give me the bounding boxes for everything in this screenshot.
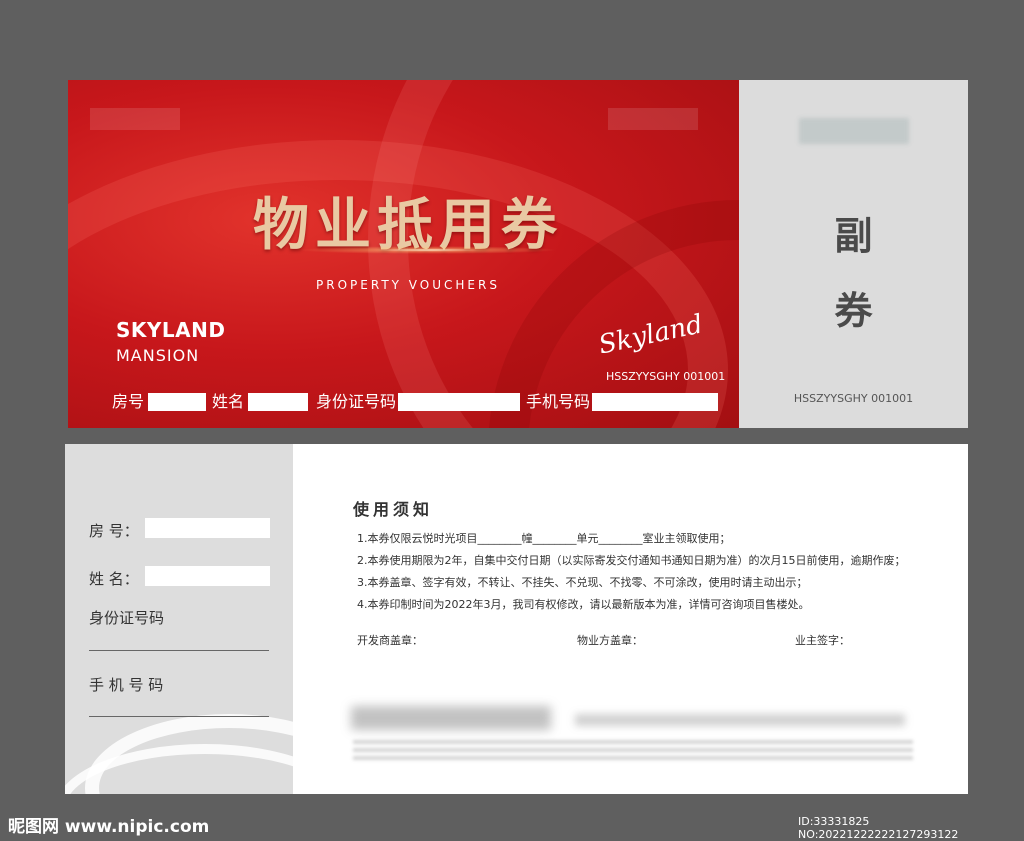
voucher-main-panel: 物业抵用券 PROPERTY VOUCHERS SKYLAND MANSION …	[68, 80, 739, 428]
notice-title: 使用须知	[353, 500, 434, 519]
phone-label: 手机号码	[526, 392, 591, 411]
stub-serial-number: HSSZYYSGHY 001001	[793, 392, 914, 405]
owner-signature-label: 业主签字：	[795, 634, 850, 647]
name-field[interactable]	[248, 393, 308, 411]
light-flare	[298, 246, 558, 254]
voucher-serial-number: HSSZYYSGHY 001001	[606, 370, 726, 383]
voucher-back: 房 号： 姓 名： 身份证号码 手 机 号 码 使用须知 1.本券仅限云悦时光项…	[65, 444, 968, 794]
project-logo	[608, 108, 698, 130]
id-number-field[interactable]	[398, 393, 520, 411]
property-stamp-label: 物业方盖章：	[577, 634, 643, 647]
voucher-stub: 副 券 HSSZYYSGHY 001001	[739, 80, 968, 428]
name-label: 姓名	[212, 392, 245, 411]
back-room-field[interactable]	[145, 518, 270, 538]
developer-logo	[90, 108, 180, 130]
phone-field[interactable]	[592, 393, 718, 411]
room-label: 房号	[112, 392, 145, 411]
room-field[interactable]	[148, 393, 206, 411]
back-name-field[interactable]	[145, 566, 270, 586]
back-name-label: 姓 名：	[89, 570, 139, 588]
back-id-number-line[interactable]	[89, 650, 269, 651]
back-phone-label: 手 机 号 码	[89, 676, 164, 694]
watermark-id: ID:33331825 NO:20221222222127293122	[798, 815, 959, 841]
watermark-site: 昵图网 www.nipic.com	[8, 817, 210, 837]
rule-item: 1.本券仅限云悦时光项目________幢________单元________室…	[357, 532, 731, 545]
back-info-panel: 房 号： 姓 名： 身份证号码 手 机 号 码	[65, 444, 293, 794]
voucher-subtitle: PROPERTY VOUCHERS	[316, 278, 500, 292]
brand-name-line1: SKYLAND	[116, 318, 226, 342]
voucher-front: 物业抵用券 PROPERTY VOUCHERS SKYLAND MANSION …	[68, 80, 968, 428]
stub-logo	[799, 118, 909, 144]
back-phone-line[interactable]	[89, 716, 269, 717]
wave-decoration	[65, 744, 293, 794]
rule-item: 4.本券印制时间为2022年3月，我司有权修改，请以最新版本为准，详情可咨询项目…	[357, 598, 810, 611]
rule-item: 3.本券盖章、签字有效，不转让、不挂失、不兑现、不找零、不可涂改，使用时请主动出…	[357, 576, 808, 589]
id-number-label: 身份证号码	[316, 392, 397, 411]
blurred-address	[575, 714, 905, 726]
brand-name-line2: MANSION	[116, 346, 200, 365]
voucher-fields-row: 房号 姓名 身份证号码 手机号码	[112, 392, 732, 412]
developer-stamp-label: 开发商盖章：	[357, 634, 423, 647]
stub-title-char1: 副	[834, 214, 873, 258]
back-room-label: 房 号：	[89, 522, 139, 540]
blurred-fine-print	[353, 740, 913, 744]
stub-title-char2: 券	[834, 289, 873, 333]
blurred-fine-print	[353, 756, 913, 760]
blurred-fine-print	[353, 748, 913, 752]
blurred-hotline	[351, 706, 551, 730]
back-id-number-label: 身份证号码	[89, 609, 165, 627]
rule-item: 2.本券使用期限为2年，自集中交付日期（以实际寄发交付通知书通知日期为准）的次月…	[357, 554, 906, 567]
